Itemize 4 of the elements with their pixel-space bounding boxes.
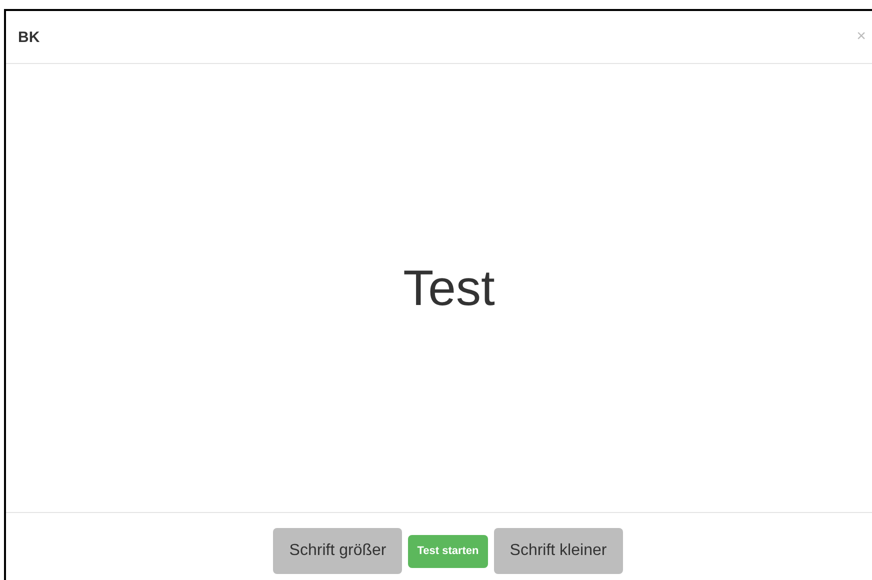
font-size-button[interactable]: Schrift kleiner [494, 528, 623, 574]
dialog-title: BK [18, 28, 40, 46]
font-size-button[interactable]: Schrift größer [273, 528, 402, 574]
test-text: Test [402, 259, 495, 317]
